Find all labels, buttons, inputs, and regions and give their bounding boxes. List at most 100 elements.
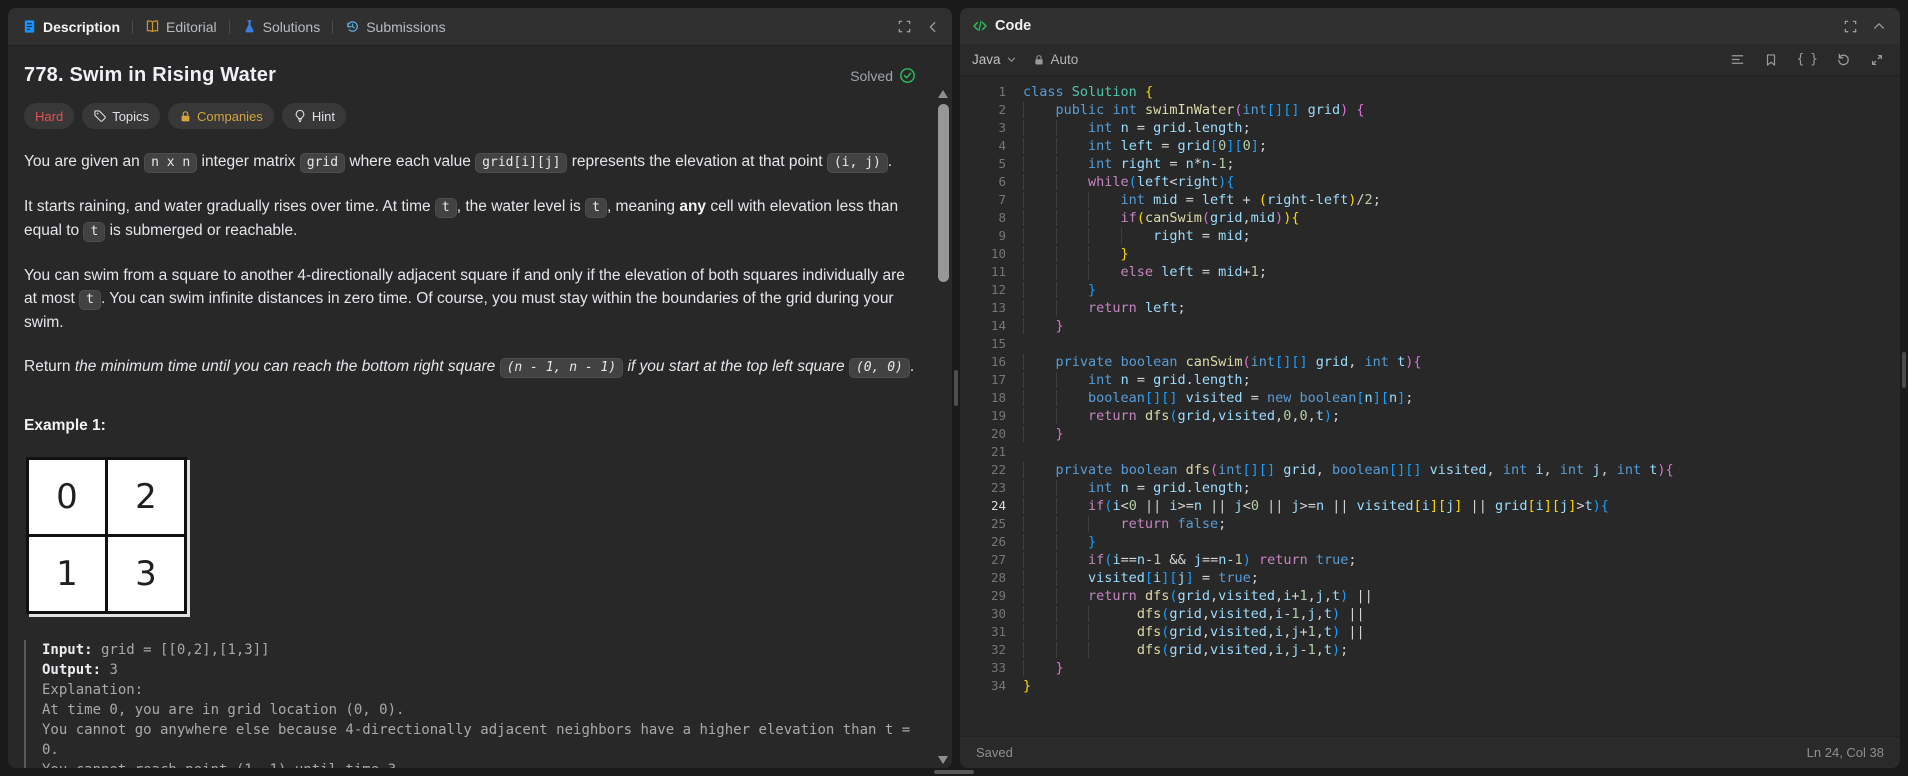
code-line-9[interactable]: 9 right = mid;	[960, 227, 1900, 245]
code-line-19[interactable]: 19 return dfs(grid,visited,0,0,t);	[960, 407, 1900, 425]
badge-topics[interactable]: Topics	[82, 103, 161, 129]
divider-drag-handle[interactable]	[954, 370, 958, 406]
io-label: Output:	[42, 662, 102, 678]
io-text: grid = [[0,2],[1,3]]	[92, 642, 270, 658]
code-text: }	[1023, 425, 1064, 443]
scroll-up-arrow-icon[interactable]	[938, 90, 948, 98]
text-segment: any	[679, 198, 707, 215]
code-line-16[interactable]: 16 private boolean canSwim(int[][] grid,…	[960, 353, 1900, 371]
badge-label: Hard	[35, 108, 64, 124]
badge-label: Hint	[311, 108, 335, 124]
scrollbar-thumb[interactable]	[938, 104, 949, 282]
inline-code: t	[585, 198, 607, 218]
text-segment: where each value	[345, 153, 476, 170]
code-line-10[interactable]: 10 }	[960, 245, 1900, 263]
bottom-drag-handle[interactable]	[934, 770, 974, 774]
diag-expand-icon[interactable]	[1870, 53, 1884, 67]
code-line-18[interactable]: 18 boolean[][] visited = new boolean[n][…	[960, 389, 1900, 407]
auto-toggle[interactable]: Auto	[1033, 52, 1078, 67]
code-line-6[interactable]: 6 while(left<right){	[960, 173, 1900, 191]
line-number: 5	[998, 156, 1006, 171]
line-number: 15	[990, 336, 1006, 351]
tab-description[interactable]: Description	[18, 15, 124, 39]
code-line-20[interactable]: 20 }	[960, 425, 1900, 443]
text-segment: .	[887, 153, 893, 170]
code-line-28[interactable]: 28 visited[i][j] = true;	[960, 569, 1900, 587]
language-selector[interactable]: Java	[972, 52, 1017, 67]
corners-icon[interactable]	[897, 19, 912, 34]
description-paragraph: You can swim from a square to another 4-…	[24, 264, 922, 334]
code-line-33[interactable]: 33 }	[960, 659, 1900, 677]
problem-panel: Description Editorial Solutions Submissions…	[8, 8, 952, 768]
code-line-23[interactable]: 23 int n = grid.length;	[960, 479, 1900, 497]
problem-content[interactable]: 778. Swim in Rising Water Solved Hard Top…	[8, 46, 952, 768]
code-line-32[interactable]: 32 dfs(grid,visited,i,j-1,t);	[960, 641, 1900, 659]
code-line-22[interactable]: 22 private boolean dfs(int[][] grid, boo…	[960, 461, 1900, 479]
code-text: if(canSwim(grid,mid)){	[1023, 209, 1300, 227]
example-io-line: Output: 3	[42, 660, 922, 680]
code-text: private boolean canSwim(int[][] grid, in…	[1023, 353, 1422, 371]
code-line-26[interactable]: 26 }	[960, 533, 1900, 551]
code-line-13[interactable]: 13 return left;	[960, 299, 1900, 317]
code-line-3[interactable]: 3 int n = grid.length;	[960, 119, 1900, 137]
description-paragraph: Return the minimum time until you can re…	[24, 355, 922, 379]
code-line-27[interactable]: 27 if(i==n-1 && j==n-1) return true;	[960, 551, 1900, 569]
panel-divider[interactable]	[952, 8, 960, 768]
chevron-left-icon[interactable]	[926, 20, 940, 34]
badge-hint[interactable]: Hint	[281, 103, 346, 129]
code-text: if(i==n-1 && j==n-1) return true;	[1023, 551, 1357, 569]
braces-icon[interactable]: { }	[1797, 52, 1819, 67]
code-line-5[interactable]: 5 int right = n*n-1;	[960, 155, 1900, 173]
code-line-24[interactable]: 24 if(i<0 || i>=n || j<0 || j>=n || visi…	[960, 497, 1900, 515]
reset-icon[interactable]	[1836, 52, 1851, 67]
text-segment: . You can swim infinite distances in zer…	[24, 290, 894, 331]
tab-editorial[interactable]: Editorial	[141, 15, 221, 39]
code-text: int n = grid.length;	[1023, 371, 1251, 389]
save-status: Saved	[976, 745, 1013, 760]
scroll-down-arrow-icon[interactable]	[938, 756, 948, 764]
code-line-30[interactable]: 30 dfs(grid,visited,i-1,j,t) ||	[960, 605, 1900, 623]
line-number: 6	[998, 174, 1006, 189]
code-panel-title: Code	[995, 18, 1032, 34]
code-editor[interactable]: 1 class Solution {2 public int swimInWate…	[960, 76, 1900, 736]
code-line-2[interactable]: 2 public int swimInWater(int[][] grid) {	[960, 101, 1900, 119]
code-line-15[interactable]: 15	[960, 335, 1900, 353]
line-number: 13	[990, 300, 1006, 315]
code-line-1[interactable]: 1 class Solution {	[960, 83, 1900, 101]
code-text: int n = grid.length;	[1023, 479, 1251, 497]
right-drag-handle[interactable]	[1902, 352, 1906, 388]
code-line-29[interactable]: 29 return dfs(grid,visited,i+1,j,t) ||	[960, 587, 1900, 605]
bookmark-icon[interactable]	[1764, 53, 1778, 67]
code-line-7[interactable]: 7 int mid = left + (right-left)/2;	[960, 191, 1900, 209]
badge-hard[interactable]: Hard	[24, 103, 75, 129]
code-text: while(left<right){	[1023, 173, 1234, 191]
corners-icon[interactable]	[1843, 19, 1858, 34]
badge-companies[interactable]: Companies	[168, 103, 274, 129]
code-line-21[interactable]: 21	[960, 443, 1900, 461]
code-text: int right = n*n-1;	[1023, 155, 1234, 173]
tab-submissions[interactable]: Submissions	[341, 15, 449, 39]
line-number: 10	[990, 246, 1006, 261]
code-line-8[interactable]: 8 if(canSwim(grid,mid)){	[960, 209, 1900, 227]
code-line-12[interactable]: 12 }	[960, 281, 1900, 299]
code-line-17[interactable]: 17 int n = grid.length;	[960, 371, 1900, 389]
lock-icon	[1033, 54, 1045, 66]
code-line-11[interactable]: 11 else left = mid+1;	[960, 263, 1900, 281]
description-paragraph: You are given an n x n integer matrix gr…	[24, 150, 922, 174]
code-line-31[interactable]: 31 dfs(grid,visited,i,j+1,t) ||	[960, 623, 1900, 641]
inline-code: (n - 1, n - 1)	[499, 358, 624, 378]
inline-code: grid[i][j]	[475, 153, 568, 173]
example1-io-block: Input: grid = [[0,2],[1,3]] Output: 3 Expl…	[24, 640, 922, 768]
line-number: 34	[990, 678, 1006, 693]
code-line-14[interactable]: 14 }	[960, 317, 1900, 335]
example-io-line: Input: grid = [[0,2],[1,3]]	[42, 640, 922, 660]
code-line-34[interactable]: 34}	[960, 677, 1900, 695]
code-line-25[interactable]: 25 return false;	[960, 515, 1900, 533]
description-scrollbar[interactable]	[938, 88, 949, 766]
code-text: private boolean dfs(int[][] grid, boolea…	[1023, 461, 1674, 479]
code-line-4[interactable]: 4 int left = grid[0][0];	[960, 137, 1900, 155]
io-text: Explanation:	[42, 682, 144, 698]
chevron-up-icon[interactable]	[1872, 19, 1886, 33]
tab-solutions[interactable]: Solutions	[238, 15, 325, 39]
format-icon[interactable]	[1730, 52, 1745, 67]
